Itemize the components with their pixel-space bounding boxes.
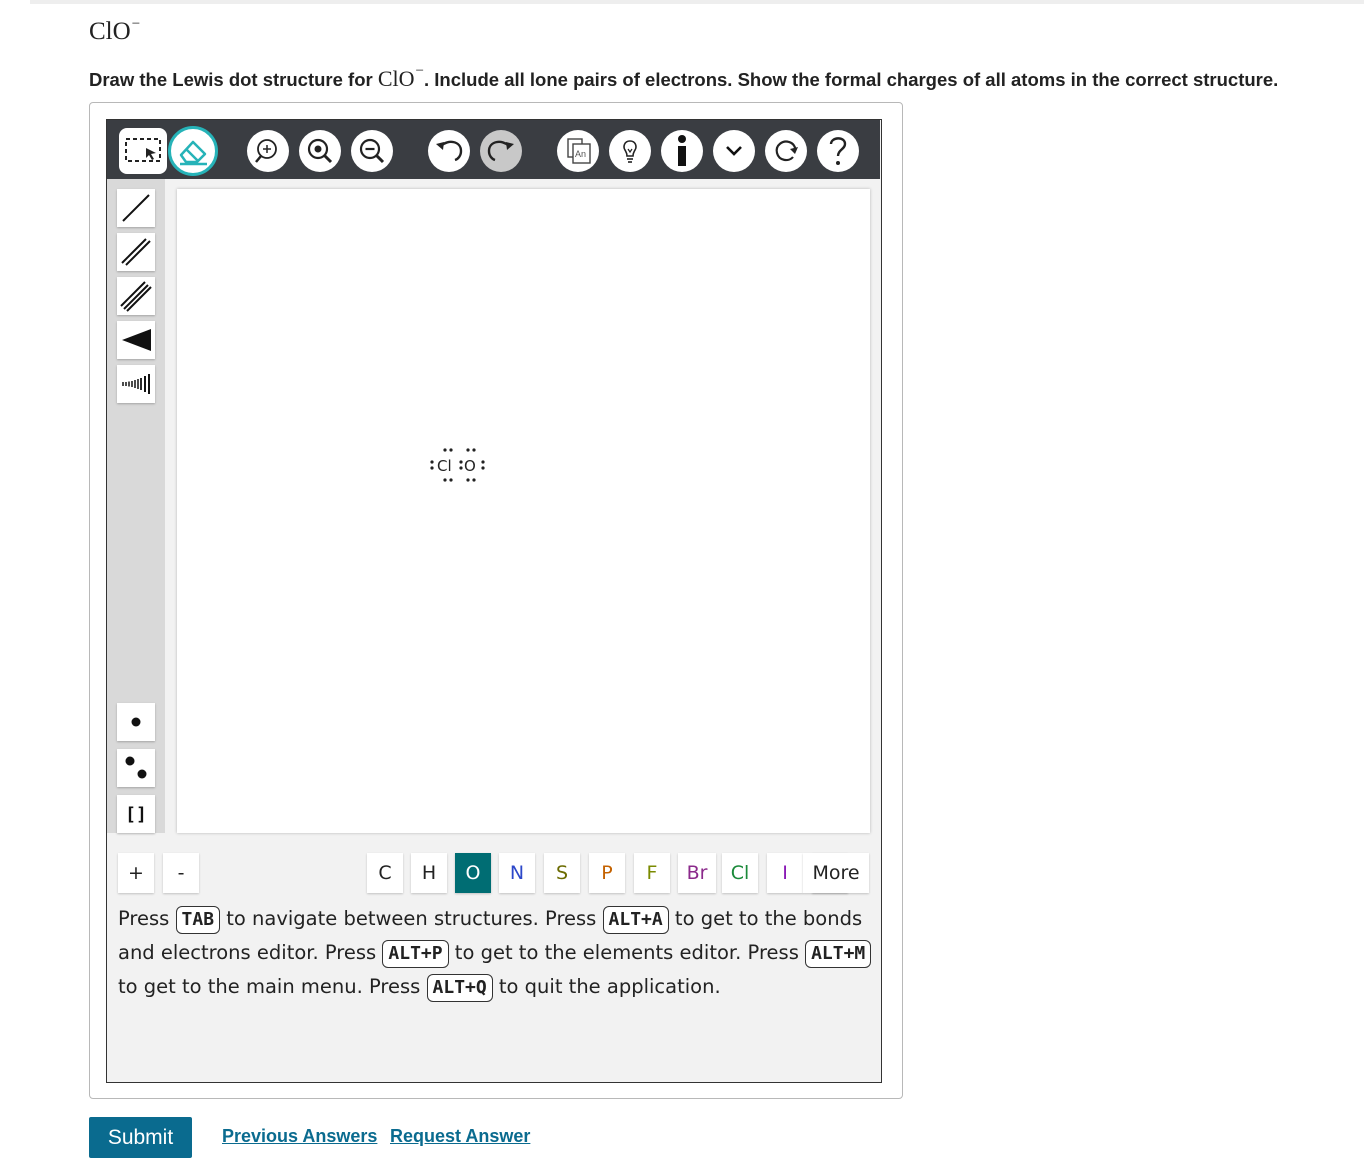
more-elements-button[interactable]: More <box>803 853 869 893</box>
question-formula-charge: − <box>415 63 425 79</box>
help-text-5: to get to the main menu. Press <box>118 975 427 998</box>
help-icon <box>829 137 847 165</box>
request-answer-link[interactable]: Request Answer <box>390 1126 530 1147</box>
main-toolbar: An <box>107 120 880 179</box>
marquee-select-icon <box>125 138 161 162</box>
element-button-s[interactable]: S <box>544 853 580 893</box>
kbd-alt-q: ALT+Q <box>426 974 493 1002</box>
top-divider <box>30 0 1364 4</box>
lone-electron-button[interactable] <box>117 703 155 741</box>
help-text-1: Press <box>118 907 176 930</box>
reset-button[interactable] <box>765 130 807 172</box>
abbreviations-icon: An <box>567 138 591 164</box>
submit-button[interactable]: Submit <box>89 1117 192 1158</box>
triple-bond-button[interactable] <box>117 277 155 315</box>
keyboard-help-text: Press TAB to navigate between structures… <box>118 902 878 1004</box>
help-text-4: to get to the elements editor. Press <box>448 941 806 964</box>
title-charge: − <box>131 16 141 32</box>
element-button-o[interactable]: O <box>455 853 491 893</box>
zoom-fit-button[interactable] <box>247 130 289 172</box>
question-formula: ClO− <box>377 63 425 91</box>
element-button-h[interactable]: H <box>411 853 447 893</box>
triple-bond-icon <box>120 281 152 312</box>
hashed-bond-button[interactable] <box>117 365 155 403</box>
single-electron-icon <box>131 717 141 727</box>
zoom-out-icon <box>359 138 385 164</box>
wedge-bond-button[interactable] <box>117 321 155 359</box>
help-button[interactable] <box>817 130 859 172</box>
kbd-alt-m: ALT+M <box>805 940 872 968</box>
brackets-button[interactable]: [] <box>117 795 155 833</box>
lewis-structure-editor: An [] Cl O + - C H O N S P F Br Cl I Mor… <box>106 119 882 1083</box>
hashed-bond-icon <box>122 374 150 394</box>
element-button-cl[interactable]: Cl <box>722 853 758 893</box>
element-button-br[interactable]: Br <box>678 853 716 893</box>
problem-title: ClO− <box>89 16 140 46</box>
electron-pair-button[interactable] <box>117 749 155 787</box>
question-text: Draw the Lewis dot structure for ClO−. I… <box>89 63 1278 92</box>
help-text-2: to navigate between structures. Press <box>220 907 603 930</box>
element-button-c[interactable]: C <box>367 853 403 893</box>
svg-text:An: An <box>575 149 586 159</box>
zoom-in-icon <box>307 138 333 164</box>
kbd-alt-a: ALT+A <box>602 906 669 934</box>
zoom-out-button[interactable] <box>351 130 393 172</box>
zoom-in-button[interactable] <box>299 130 341 172</box>
info-button[interactable] <box>661 130 703 172</box>
question-formula-base: ClO <box>377 66 415 91</box>
info-icon <box>678 135 686 166</box>
single-bond-button[interactable] <box>117 189 155 227</box>
undo-icon <box>436 140 463 162</box>
zoom-fit-icon <box>255 139 277 163</box>
abbreviations-button[interactable]: An <box>557 130 599 172</box>
question-prefix: Draw the Lewis dot structure for <box>89 69 378 90</box>
previous-answers-link[interactable]: Previous Answers <box>222 1126 377 1147</box>
redo-button[interactable] <box>480 130 522 172</box>
kbd-alt-p: ALT+P <box>382 940 449 968</box>
reset-icon <box>775 140 798 162</box>
charge-minus-button[interactable]: - <box>163 853 199 893</box>
question-suffix: . Include all lone pairs of electrons. S… <box>424 69 1279 90</box>
help-text-6: to quit the application. <box>492 975 721 998</box>
element-button-f[interactable]: F <box>634 853 670 893</box>
drawing-canvas[interactable]: Cl O <box>177 189 870 833</box>
hint-button[interactable] <box>609 130 651 172</box>
element-button-p[interactable]: P <box>589 853 625 893</box>
element-button-i[interactable]: I <box>767 853 803 893</box>
double-bond-icon <box>121 238 151 266</box>
more-menu-button[interactable] <box>713 130 755 172</box>
eraser-icon <box>179 140 207 166</box>
kbd-tab: TAB <box>175 906 221 934</box>
lightbulb-icon <box>623 140 637 163</box>
undo-button[interactable] <box>428 130 470 172</box>
redo-icon <box>487 140 514 162</box>
marquee-select-button[interactable] <box>119 128 167 174</box>
atom-cl: Cl <box>437 457 452 475</box>
atom-o: O <box>464 457 476 475</box>
eraser-button[interactable] <box>168 126 218 176</box>
charge-plus-button[interactable]: + <box>118 853 154 893</box>
single-bond-icon <box>122 194 150 222</box>
wedge-bond-icon <box>122 329 151 351</box>
chevron-down-icon <box>726 146 742 156</box>
title-formula: ClO <box>89 18 131 45</box>
clo-molecule: Cl O <box>430 448 485 482</box>
electron-pair-icon <box>125 756 147 779</box>
element-button-n[interactable]: N <box>499 853 535 893</box>
double-bond-button[interactable] <box>117 233 155 271</box>
bonds-electrons-panel: [] <box>107 179 165 833</box>
elements-panel: + - CHONSPFBrClIX More <box>107 853 880 897</box>
